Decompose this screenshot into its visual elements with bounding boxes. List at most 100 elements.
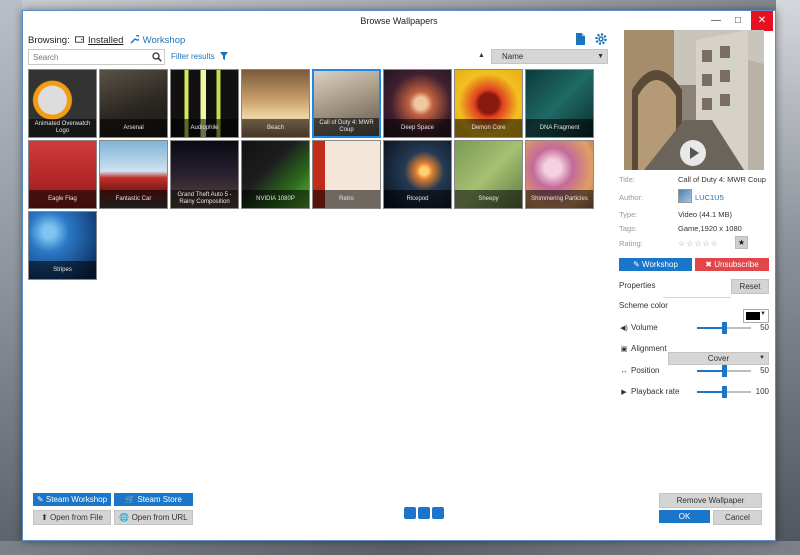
close-button[interactable]: ✕ (751, 11, 773, 31)
author-label: Author: (619, 193, 644, 202)
wallpaper-title: Fantastic Car (100, 190, 167, 208)
wallpaper-title: Stripes (29, 261, 96, 279)
gear-icon[interactable] (594, 32, 608, 46)
type-label: Type: (619, 210, 638, 219)
header-icons (573, 32, 612, 48)
unsubscribe-button[interactable]: ✖ Unsubscribe (695, 258, 769, 271)
hdd-icon (75, 36, 85, 43)
tags-value: Game,1920 x 1080 (678, 224, 742, 233)
open-from-file-button[interactable]: ⬆ Open from File (33, 510, 111, 525)
wallpaper-title: Demon Core (455, 119, 522, 137)
wallpaper-tile[interactable]: Retro (312, 140, 381, 209)
wallpaper-tile[interactable]: Sheepy (454, 140, 523, 209)
arrows-horizontal-icon: ↔ (620, 368, 628, 375)
globe-icon: 🌐 (119, 513, 132, 522)
playback-row: ▶ Playback rate (619, 387, 679, 396)
speaker-icon: ◀) (620, 325, 628, 332)
cancel-button[interactable]: Cancel (713, 510, 762, 525)
volume-value: 50 (760, 323, 769, 332)
wallpaper-title: Arsenal (100, 119, 167, 137)
ok-button[interactable]: OK (659, 510, 710, 523)
play-icon[interactable] (680, 140, 706, 166)
workshop-tab[interactable]: Workshop (130, 35, 185, 46)
wallpaper-tile[interactable]: Eagle Flag (28, 140, 97, 209)
play-icon: ▶ (621, 389, 627, 396)
wallpaper-tile[interactable]: Shimmering Particles (525, 140, 594, 209)
chevron-down-icon: ▼ (760, 311, 766, 317)
twitter-icon[interactable] (418, 507, 430, 519)
wallpaper-tile[interactable]: Demon Core (454, 69, 523, 138)
minimize-button[interactable]: — (705, 11, 727, 31)
author-link[interactable]: LUC1U5 (695, 193, 724, 202)
wallpaper-tile[interactable]: Beach (241, 69, 310, 138)
workshop-button[interactable]: ✎ Workshop (619, 258, 692, 271)
preview-image (624, 30, 764, 170)
remove-wallpaper-button[interactable]: Remove Wallpaper (659, 493, 762, 508)
search-icon[interactable] (152, 52, 162, 62)
tags-label: Tags: (619, 224, 637, 233)
wallpaper-title: Ricepod (384, 190, 451, 208)
sort-dropdown[interactable]: Name ▼ (491, 49, 608, 64)
wallpaper-title: Call of Duty 4: MWR Coup (314, 118, 379, 136)
playback-value: 100 (755, 387, 769, 396)
playback-slider[interactable] (697, 386, 751, 398)
desktop-background-bottom (0, 541, 800, 555)
wallpaper-tile[interactable]: Animated Overwatch Logo (28, 69, 97, 138)
browsing-label: Browsing: (28, 35, 70, 46)
rating-label: Rating: (619, 239, 643, 248)
wallpaper-title: Sheepy (455, 190, 522, 208)
wallpaper-tile[interactable]: Stripes (28, 211, 97, 280)
facebook-icon[interactable] (432, 507, 444, 519)
maximize-button[interactable]: □ (727, 11, 749, 31)
search-input[interactable] (29, 50, 147, 64)
wallpaper-tile[interactable]: Deep Space (383, 69, 452, 138)
wallpaper-tile[interactable]: Call of Duty 4: MWR Coup (312, 69, 381, 138)
wallpaper-tile[interactable]: NVIDIA 1080P (241, 140, 310, 209)
workshop-button-label: Workshop (642, 260, 678, 269)
scheme-color-picker[interactable]: ▼ (743, 309, 769, 323)
volume-label: Volume (631, 323, 658, 332)
color-swatch (746, 312, 760, 320)
wallpaper-tile[interactable]: Ricepod (383, 140, 452, 209)
desktop-background-left (0, 0, 22, 555)
type-value: Video (44.1 MB) (678, 210, 733, 219)
sort-value: Name (502, 52, 524, 61)
position-slider[interactable] (697, 365, 751, 377)
position-thumb[interactable] (722, 365, 727, 377)
filter-results-link[interactable]: Filter results (171, 52, 228, 61)
wallpaper-tile[interactable]: Fantastic Car (99, 140, 168, 209)
wallpaper-tile[interactable]: DNA Fragment (525, 69, 594, 138)
avatar[interactable] (678, 189, 692, 203)
rating-stars[interactable]: ☆☆☆☆☆ (678, 239, 719, 248)
wallpaper-tile[interactable]: Audiophile (170, 69, 239, 138)
wallpaper-title: NVIDIA 1080P (242, 190, 309, 208)
position-label: Position (631, 366, 660, 375)
window-title: Browse Wallpapers (360, 16, 438, 26)
wallpaper-tile[interactable]: Arsenal (99, 69, 168, 138)
filter-label: Filter results (171, 52, 215, 61)
upload-icon: ⬆ (41, 513, 51, 522)
filter-icon (219, 52, 228, 60)
playback-thumb[interactable] (722, 386, 727, 398)
alignment-dropdown[interactable]: Cover ▼ (668, 352, 769, 365)
volume-thumb[interactable] (722, 322, 727, 334)
steam-store-label: Steam Store (137, 495, 182, 504)
properties-label: Properties (619, 281, 656, 290)
sort-direction-toggle[interactable]: ▲ (478, 52, 485, 59)
playback-fill (697, 391, 724, 393)
browse-wallpapers-window: Browse Wallpapers — □ ✕ Browsing: Instal… (22, 10, 776, 541)
browse-source: Browsing: Installed Workshop (28, 35, 185, 46)
wallpaper-title: Shimmering Particles (526, 190, 593, 208)
installed-tab[interactable]: Installed (75, 35, 130, 46)
steam-icon[interactable] (404, 507, 416, 519)
reset-button[interactable]: Reset (731, 279, 769, 294)
volume-slider[interactable] (697, 322, 751, 334)
file-icon[interactable] (573, 32, 587, 46)
favorite-button[interactable]: ★ (735, 236, 748, 249)
open-from-url-button[interactable]: 🌐 Open from URL (114, 510, 193, 525)
wallpaper-title: Deep Space (384, 119, 451, 137)
wallpaper-tile[interactable]: Grand Theft Auto 5 - Rainy Composition (170, 140, 239, 209)
steam-workshop-button[interactable]: ✎ Steam Workshop (33, 493, 111, 506)
unsubscribe-button-label: Unsubscribe (714, 260, 759, 269)
steam-store-button[interactable]: 🛒 Steam Store (114, 493, 193, 506)
